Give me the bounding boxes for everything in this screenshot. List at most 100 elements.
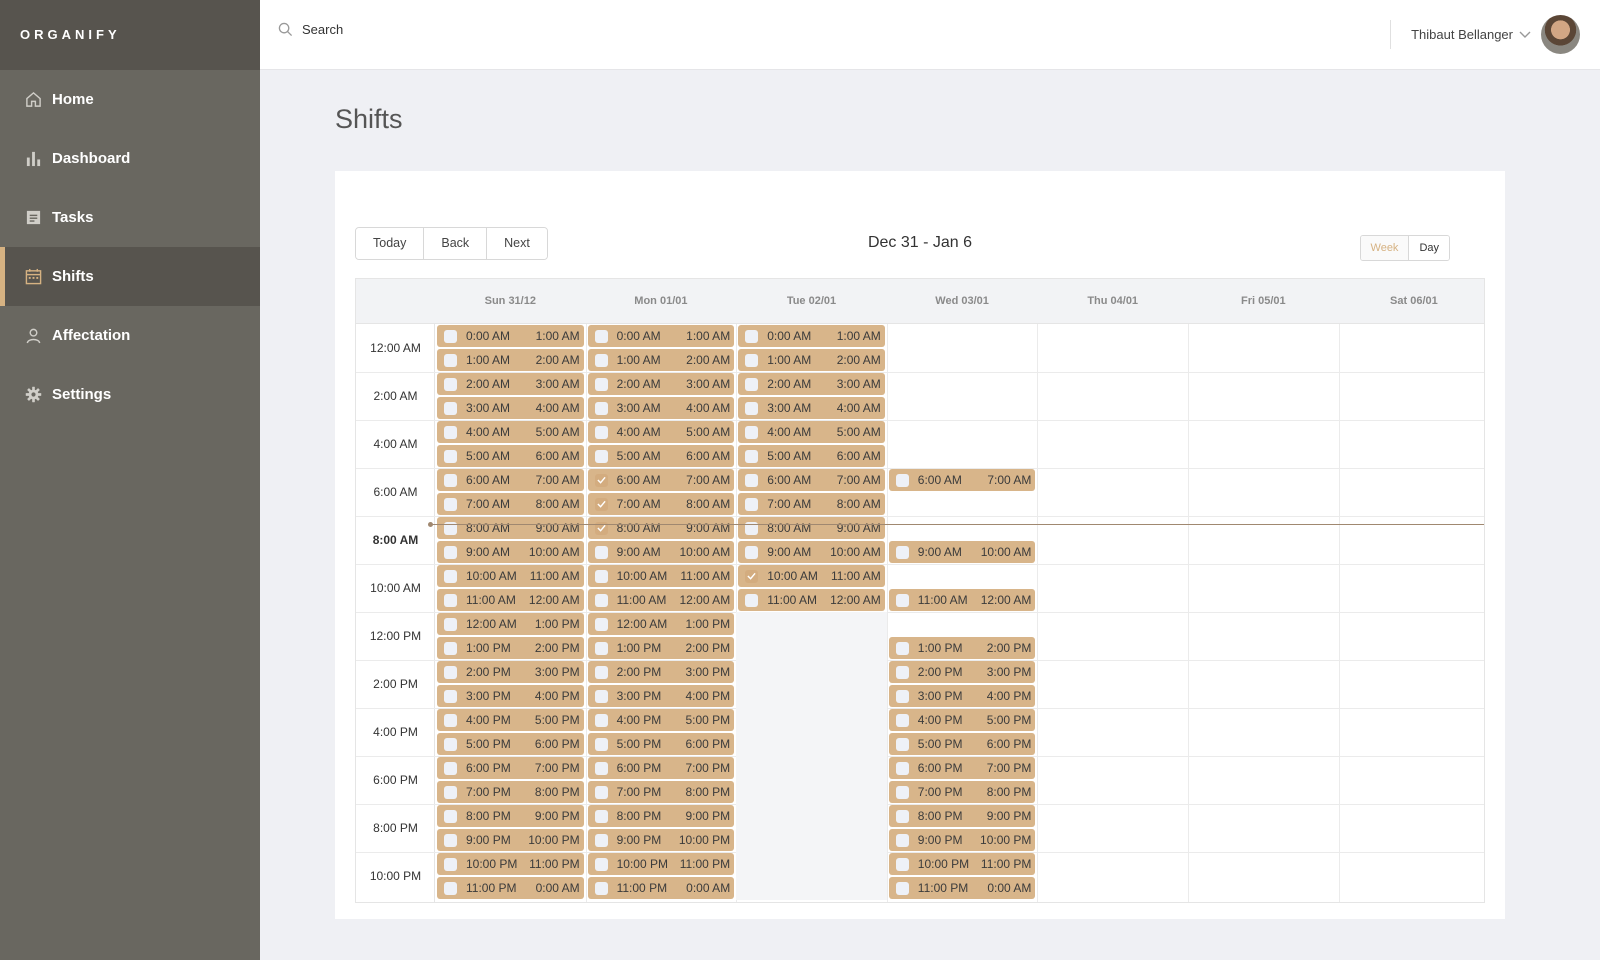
shift-checkbox[interactable]	[745, 401, 759, 415]
shift-slot[interactable]: 4:00 PM 5:00 PM	[587, 709, 735, 731]
shift-checkbox[interactable]	[594, 329, 608, 343]
shift-checkbox[interactable]	[895, 857, 909, 871]
shift-slot[interactable]: 9:00 AM 10:00 AM	[587, 541, 735, 563]
shift-slot[interactable]: 6:00 PM 7:00 PM	[587, 757, 735, 779]
shift-checkbox[interactable]	[444, 377, 457, 391]
shift-checkbox[interactable]	[895, 881, 909, 895]
shift-slot[interactable]: 6:00 AM 7:00 AM	[888, 469, 1036, 491]
shift-checkbox[interactable]	[594, 737, 608, 751]
shift-slot[interactable]: 12:00 AM 1:00 PM	[437, 613, 584, 635]
shift-checkbox[interactable]	[745, 353, 759, 367]
shift-slot[interactable]: 6:00 PM 7:00 PM	[888, 757, 1036, 779]
shift-checkbox[interactable]	[444, 761, 457, 775]
shift-checkbox[interactable]	[444, 569, 457, 583]
shift-checkbox[interactable]	[594, 497, 608, 511]
shift-checkbox[interactable]	[594, 617, 608, 631]
shift-checkbox[interactable]	[594, 713, 608, 727]
shift-checkbox[interactable]	[895, 689, 909, 703]
shift-checkbox[interactable]	[895, 833, 909, 847]
shift-checkbox[interactable]	[895, 761, 909, 775]
shift-slot[interactable]: 3:00 PM 4:00 PM	[587, 685, 735, 707]
shift-slot[interactable]: 10:00 PM 11:00 PM	[888, 853, 1036, 875]
shift-checkbox[interactable]	[444, 497, 457, 511]
shift-slot[interactable]: 11:00 AM 12:00 AM	[437, 589, 584, 611]
shift-slot[interactable]: 3:00 PM 4:00 PM	[888, 685, 1036, 707]
shift-slot[interactable]: 8:00 PM 9:00 PM	[888, 805, 1036, 827]
shift-checkbox[interactable]	[444, 809, 457, 823]
shift-checkbox[interactable]	[444, 401, 457, 415]
shift-checkbox[interactable]	[444, 593, 457, 607]
shift-checkbox[interactable]	[594, 809, 608, 823]
shift-checkbox[interactable]	[444, 641, 457, 655]
shift-slot[interactable]: 0:00 AM 1:00 AM	[587, 325, 735, 347]
user-menu[interactable]: Thibaut Bellanger	[1411, 15, 1580, 54]
shift-slot[interactable]: 2:00 PM 3:00 PM	[587, 661, 735, 683]
shift-checkbox[interactable]	[594, 353, 608, 367]
shift-checkbox[interactable]	[745, 377, 759, 391]
shift-slot[interactable]: 4:00 PM 5:00 PM	[888, 709, 1036, 731]
shift-checkbox[interactable]	[745, 497, 759, 511]
shift-slot[interactable]: 9:00 PM 10:00 PM	[888, 829, 1036, 851]
sidebar-item-shifts[interactable]: Shifts	[0, 247, 260, 306]
shift-checkbox[interactable]	[594, 593, 608, 607]
shift-slot[interactable]: 0:00 AM 1:00 AM	[738, 325, 885, 347]
shift-slot[interactable]: 9:00 AM 10:00 AM	[738, 541, 885, 563]
shift-checkbox[interactable]	[444, 449, 457, 463]
shift-checkbox[interactable]	[745, 545, 759, 559]
shift-checkbox[interactable]	[895, 593, 909, 607]
shift-slot[interactable]: 1:00 PM 2:00 PM	[437, 637, 584, 659]
shift-slot[interactable]: 8:00 AM 9:00 AM	[437, 517, 584, 539]
shift-checkbox[interactable]	[594, 689, 608, 703]
shift-checkbox[interactable]	[444, 833, 457, 847]
shift-slot[interactable]: 4:00 AM 5:00 AM	[437, 421, 584, 443]
shift-slot[interactable]: 3:00 PM 4:00 PM	[437, 685, 584, 707]
shift-checkbox[interactable]	[444, 617, 457, 631]
shift-checkbox[interactable]	[594, 449, 608, 463]
shift-slot[interactable]: 4:00 AM 5:00 AM	[587, 421, 735, 443]
shift-slot[interactable]: 8:00 PM 9:00 PM	[437, 805, 584, 827]
shift-slot[interactable]: 10:00 AM 11:00 AM	[738, 565, 885, 587]
shift-slot[interactable]: 4:00 AM 5:00 AM	[738, 421, 885, 443]
shift-slot[interactable]: 1:00 PM 2:00 PM	[888, 637, 1036, 659]
shift-slot[interactable]: 6:00 AM 7:00 AM	[437, 469, 584, 491]
shift-slot[interactable]: 1:00 AM 2:00 AM	[738, 349, 885, 371]
shift-checkbox[interactable]	[444, 857, 457, 871]
shift-slot[interactable]: 9:00 AM 10:00 AM	[888, 541, 1036, 563]
shift-checkbox[interactable]	[594, 785, 608, 799]
shift-checkbox[interactable]	[594, 641, 608, 655]
shift-slot[interactable]: 0:00 AM 1:00 AM	[437, 325, 584, 347]
shift-checkbox[interactable]	[594, 857, 608, 871]
shift-slot[interactable]: 10:00 PM 11:00 PM	[587, 853, 735, 875]
shift-slot[interactable]: 3:00 AM 4:00 AM	[587, 397, 735, 419]
shift-slot[interactable]: 2:00 PM 3:00 PM	[888, 661, 1036, 683]
shift-slot[interactable]: 10:00 AM 11:00 AM	[437, 565, 584, 587]
shift-slot[interactable]: 9:00 PM 10:00 PM	[437, 829, 584, 851]
shift-slot[interactable]: 7:00 AM 8:00 AM	[587, 493, 735, 515]
shift-slot[interactable]: 5:00 AM 6:00 AM	[738, 445, 885, 467]
shift-slot[interactable]: 6:00 AM 7:00 AM	[738, 469, 885, 491]
shift-checkbox[interactable]	[895, 737, 909, 751]
shift-slot[interactable]: 8:00 PM 9:00 PM	[587, 805, 735, 827]
shift-checkbox[interactable]	[594, 401, 608, 415]
shift-checkbox[interactable]	[444, 737, 457, 751]
shift-checkbox[interactable]	[745, 593, 759, 607]
search-input[interactable]: Search	[302, 22, 343, 37]
chevron-down-icon[interactable]	[1519, 31, 1531, 39]
shift-checkbox[interactable]	[895, 713, 909, 727]
shift-slot[interactable]: 5:00 AM 6:00 AM	[437, 445, 584, 467]
sidebar-item-settings[interactable]: Settings	[0, 365, 260, 424]
shift-checkbox[interactable]	[594, 545, 608, 559]
shift-slot[interactable]: 10:00 AM 11:00 AM	[587, 565, 735, 587]
shift-slot[interactable]: 10:00 PM 11:00 PM	[437, 853, 584, 875]
shift-checkbox[interactable]	[745, 425, 759, 439]
shift-checkbox[interactable]	[594, 569, 608, 583]
shift-slot[interactable]: 6:00 AM 7:00 AM	[587, 469, 735, 491]
shift-checkbox[interactable]	[594, 377, 608, 391]
shift-slot[interactable]: 11:00 AM 12:00 AM	[888, 589, 1036, 611]
shift-checkbox[interactable]	[895, 473, 909, 487]
shift-slot[interactable]: 11:00 AM 12:00 AM	[587, 589, 735, 611]
shift-slot[interactable]: 3:00 AM 4:00 AM	[738, 397, 885, 419]
shift-slot[interactable]: 7:00 AM 8:00 AM	[738, 493, 885, 515]
shift-checkbox[interactable]	[444, 785, 457, 799]
shift-slot[interactable]: 7:00 PM 8:00 PM	[888, 781, 1036, 803]
